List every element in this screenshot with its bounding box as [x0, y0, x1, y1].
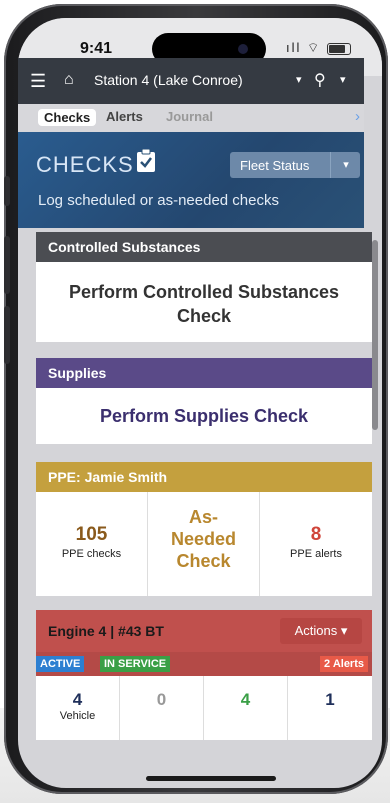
system-icons: ıll ⌔ — [286, 40, 351, 56]
as-needed-check-button[interactable]: As- Needed Check — [148, 492, 260, 596]
fleet-status-button[interactable]: Fleet Status ▾ — [230, 152, 360, 178]
home-indicator[interactable] — [146, 776, 276, 781]
ppe-card: PPE: Jamie Smith 105 PPE checks As- Need… — [36, 462, 372, 596]
perform-supplies-button[interactable]: Perform Supplies Check — [36, 388, 372, 444]
page-subtitle: Log scheduled or as-needed checks — [38, 192, 279, 209]
engine-title: Engine 4 | #43 BT — [48, 623, 164, 639]
alerts-badge[interactable]: 2 Alerts — [320, 656, 368, 672]
engine-stat-value: 4 — [240, 690, 251, 709]
page-title: CHECKS — [36, 152, 134, 177]
station-selector[interactable]: Station 4 (Lake Conroe) — [94, 72, 243, 88]
station-dropdown-icon[interactable]: ▾ — [296, 73, 302, 86]
engine-stat[interactable]: 4 Vehicle — [36, 676, 120, 740]
engine-stat-value: 0 — [156, 690, 167, 709]
controlled-action-line2: Check — [176, 306, 232, 326]
wifi-icon: ⌔ — [307, 40, 322, 55]
checks-header: CHECKS Fleet Status ▾ Log scheduled or a… — [18, 132, 364, 228]
tab-alerts[interactable]: Alerts — [106, 109, 143, 124]
volume-down-button — [4, 306, 10, 364]
engine-stat[interactable]: 4 — [204, 676, 288, 740]
ppe-alerts-stat[interactable]: 8 PPE alerts — [260, 492, 372, 596]
camera-icon — [238, 44, 248, 54]
engine-stat-value: 1 — [325, 690, 335, 709]
clipboard-check-icon — [136, 148, 156, 179]
controlled-action-line1: Perform Controlled Substances — [68, 282, 340, 302]
as-needed-line2: Needed — [170, 529, 237, 549]
ppe-checks-stat[interactable]: 105 PPE checks — [36, 492, 148, 596]
user-dropdown-icon[interactable]: ▾ — [340, 73, 346, 86]
engine-stat[interactable]: 0 — [120, 676, 204, 740]
as-needed-line1: As- — [188, 507, 218, 527]
hamburger-icon[interactable]: ☰ — [30, 71, 46, 92]
perform-controlled-substances-button[interactable]: Perform Controlled Substances Check — [36, 262, 372, 342]
mute-switch — [4, 176, 10, 206]
engine-stat-label: Vehicle — [59, 710, 96, 722]
app-header: ☰ ⌂ Station 4 (Lake Conroe) ▾ ⚲ ▾ — [18, 58, 364, 104]
section-tabs: Checks Alerts Journal › — [18, 104, 364, 132]
engine-stat-value: 4 — [72, 690, 83, 709]
chevron-right-icon[interactable]: › — [355, 108, 360, 125]
controlled-substances-heading: Controlled Substances — [36, 232, 372, 262]
actions-button[interactable]: Actions ▾ — [280, 618, 362, 644]
supplies-card: Supplies Perform Supplies Check — [36, 358, 372, 444]
controlled-substances-card: Controlled Substances Perform Controlled… — [36, 232, 372, 342]
battery-icon — [326, 42, 351, 55]
tab-journal[interactable]: Journal — [166, 109, 213, 124]
home-icon[interactable]: ⌂ — [64, 71, 74, 89]
ppe-alerts-label: PPE alerts — [290, 548, 342, 560]
as-needed-line3: Check — [176, 551, 231, 571]
engine-card: Engine 4 | #43 BT Actions ▾ ACTIVE IN SE… — [36, 610, 372, 740]
volume-up-button — [4, 236, 10, 294]
ppe-checks-value: 105 — [75, 524, 108, 545]
clock: 9:41 — [80, 40, 113, 57]
ppe-heading: PPE: Jamie Smith — [36, 462, 372, 492]
supplies-heading: Supplies — [36, 358, 372, 388]
ppe-checks-label: PPE checks — [61, 548, 122, 560]
status-badge-active: ACTIVE — [36, 656, 85, 672]
engine-stat[interactable]: 1 — [288, 676, 372, 740]
fleet-status-dropdown-icon[interactable]: ▾ — [330, 152, 361, 178]
scrollbar[interactable] — [372, 240, 378, 430]
status-badge-in-service: IN SERVICE — [100, 656, 171, 672]
signal-icon: ıll — [286, 40, 302, 55]
tab-checks[interactable]: Checks — [38, 109, 97, 126]
fleet-status-label: Fleet Status — [240, 158, 310, 173]
user-icon[interactable]: ⚲ — [314, 70, 326, 90]
ppe-alerts-value: 8 — [310, 524, 322, 545]
